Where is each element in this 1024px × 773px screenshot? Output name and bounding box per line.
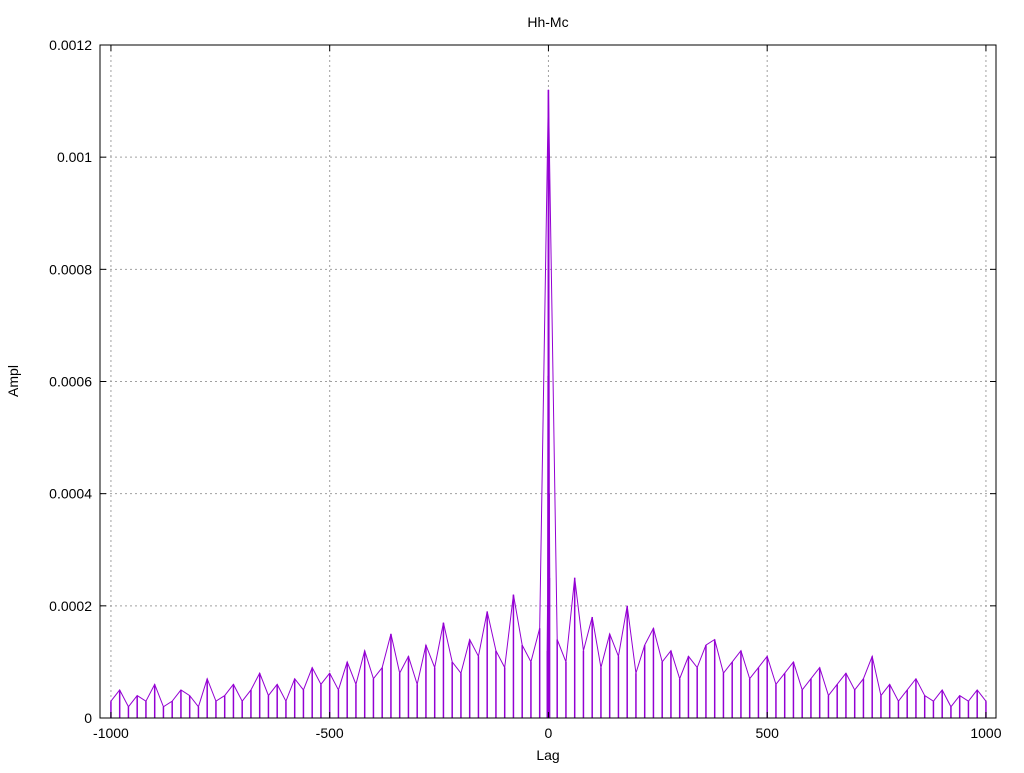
y-tick-label: 0.0008 [49, 261, 92, 277]
chart-title: Hh-Mc [527, 14, 568, 30]
series-layer [110, 89, 987, 718]
x-tick-label: 0 [545, 725, 553, 741]
x-tick-label: -500 [316, 725, 344, 741]
y-tick-label: 0.0002 [49, 598, 92, 614]
x-axis-label: Lag [536, 747, 559, 763]
y-axis-label: Ampl [5, 365, 21, 397]
y-tick-label: 0.0004 [49, 486, 92, 502]
x-tick-label: -1000 [93, 725, 129, 741]
x-tick-label: 500 [756, 725, 780, 741]
y-tick-label: 0.0012 [49, 37, 92, 53]
y-tick-label: 0.0006 [49, 374, 92, 390]
chart: -1000 -500 0 500 1000 0 0.0002 0.0004 0.0006 0.00… [5, 14, 1002, 763]
y-tick-label: 0.001 [57, 149, 92, 165]
x-tick-label: 1000 [970, 725, 1001, 741]
ticks: -1000 -500 0 500 1000 0 0.0002 0.0004 0.0006 0.00… [49, 37, 1002, 741]
y-tick-label: 0 [84, 710, 92, 726]
